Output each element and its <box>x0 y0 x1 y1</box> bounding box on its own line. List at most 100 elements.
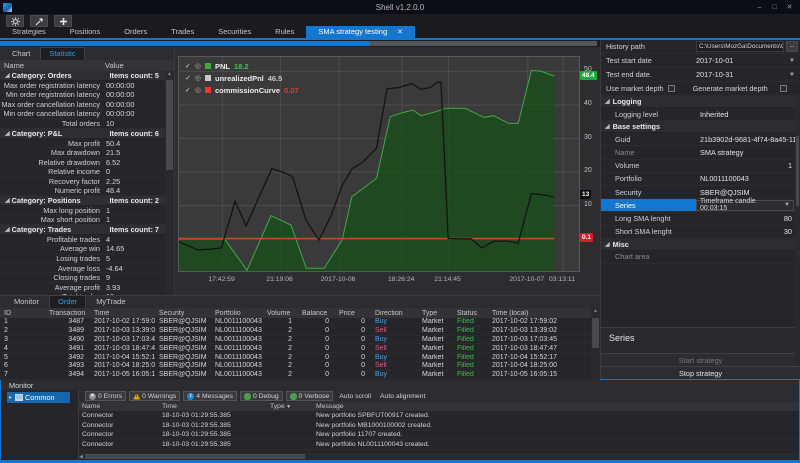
visibility-checkbox[interactable]: ✓ <box>185 62 191 70</box>
minimize-button[interactable]: – <box>753 2 766 13</box>
property-category[interactable]: ◢Logging <box>601 96 800 108</box>
filter-button-0-verbose[interactable]: 0 Verbose <box>286 391 334 401</box>
property-value[interactable]: 21b3902d-9681-4f74-8a45-115015f4... <box>696 133 800 145</box>
tab-sma-strategy-testing[interactable]: SMA strategy testing✕ <box>306 26 415 38</box>
tab-statistic[interactable]: Statistic <box>40 47 84 60</box>
gear-icon[interactable]: ◎ <box>195 74 201 82</box>
maximize-button[interactable]: □ <box>768 2 781 13</box>
property-value[interactable]: 80 <box>696 212 800 224</box>
property-row-portfolio[interactable]: PortfolioNL0011100043 <box>601 173 800 186</box>
order-row[interactable]: 434912017-10-03 18:47:47SBER@QJSIMNL0011… <box>0 344 600 353</box>
visibility-checkbox[interactable]: ✓ <box>185 74 191 82</box>
filter-funnel-icon[interactable]: ▼ <box>285 404 291 410</box>
property-value[interactable] <box>696 251 800 263</box>
column-header-portfolio[interactable]: Portfolio <box>211 310 263 317</box>
close-tab-icon[interactable]: ✕ <box>397 28 403 36</box>
series-dropdown[interactable]: Timeframe candle 00:03:15▼ <box>696 200 794 211</box>
statistics-scrollbar[interactable]: ▲ <box>165 71 174 295</box>
category-row[interactable]: ◢Category: PositionsItems count: 2 <box>0 196 165 206</box>
tab-trades[interactable]: Trades <box>159 26 206 38</box>
column-header-name[interactable]: Name <box>79 403 159 410</box>
chevron-down-icon[interactable]: ▼ <box>789 72 800 78</box>
order-row[interactable]: 534922017-10-04 15:52:17SBER@QJSIMNL0011… <box>0 353 600 362</box>
tab-strategies[interactable]: Strategies <box>0 26 58 38</box>
filter-button-0-debug[interactable]: 0 Debug <box>240 391 283 401</box>
order-row[interactable]: 334902017-10-03 17:03:45SBER@QJSIMNL0011… <box>0 336 600 345</box>
column-header-volume[interactable]: Volume <box>263 310 298 317</box>
property-row-chart-area[interactable]: Chart area <box>601 251 800 264</box>
category-row[interactable]: ◢Category: OrdersItems count: 5 <box>0 71 165 81</box>
property-row-series[interactable]: SeriesTimeframe candle 00:03:15▼ <box>601 199 800 212</box>
property-row-security[interactable]: SecuritySBER@QJSIM <box>601 186 800 199</box>
property-value[interactable]: 1 <box>696 160 800 172</box>
close-button[interactable]: ✕ <box>783 2 796 13</box>
column-header-message[interactable]: Message <box>313 403 799 410</box>
monitor-horizontal-scrollbar[interactable]: ◀ <box>79 453 799 460</box>
property-row-volume[interactable]: Volume1 <box>601 160 800 173</box>
test-end-input[interactable]: 2017-10-31 <box>696 70 789 79</box>
category-row[interactable]: ◢Category: P&LItems count: 6 <box>0 129 165 139</box>
chevron-down-icon[interactable]: ▼ <box>784 202 793 208</box>
gear-icon[interactable]: ◎ <box>195 62 201 70</box>
expander-icon[interactable]: ◢ <box>5 130 10 137</box>
test-start-input[interactable]: 2017-10-01 <box>696 56 789 65</box>
column-header-transaction[interactable]: Transaction <box>45 310 90 317</box>
filter-button-auto-alignment[interactable]: Auto alignment <box>377 391 428 401</box>
column-header-type[interactable]: Type <box>418 310 453 317</box>
start-strategy-button[interactable]: Start strategy <box>601 353 800 366</box>
tab-chart[interactable]: Chart <box>4 48 38 60</box>
column-header-time[interactable]: Time <box>159 403 267 410</box>
property-row-short-sma-lenght[interactable]: Short SMA lenght30 <box>601 226 800 239</box>
column-header-balance[interactable]: Balance <box>298 310 335 317</box>
filter-button-auto-scroll[interactable]: Auto scroll <box>336 391 374 401</box>
column-header-id[interactable]: ID <box>0 310 45 317</box>
properties-scrollbar[interactable] <box>795 96 800 366</box>
property-row-name[interactable]: NameSMA strategy <box>601 146 800 159</box>
history-path-input[interactable]: C:\Users\MozGa\Documents\GitHub\EduGit\S… <box>696 41 784 52</box>
scrollbar-thumb[interactable] <box>85 454 305 459</box>
tab-orders[interactable]: Orders <box>112 26 159 38</box>
gear-icon[interactable]: ◎ <box>195 86 201 94</box>
column-header-time-local[interactable]: Time (local) <box>488 310 590 317</box>
column-header-direction[interactable]: Direction <box>371 310 418 317</box>
tab-mytrade[interactable]: MyTrade <box>88 296 133 308</box>
order-row[interactable]: 634932017-10-04 18:25:00SBER@QJSIMNL0011… <box>0 362 600 371</box>
chevron-down-icon[interactable]: ▼ <box>789 58 800 64</box>
generate-market-depth-checkbox[interactable] <box>780 85 787 92</box>
scrollbar-thumb[interactable] <box>166 80 173 170</box>
property-row-guid[interactable]: Guid21b3902d-9681-4f74-8a45-115015f4... <box>601 133 800 146</box>
column-header-price[interactable]: Price <box>335 310 371 317</box>
expander-icon[interactable]: ◢ <box>605 241 610 248</box>
tab-rules[interactable]: Rules <box>263 26 306 38</box>
filter-button-0-warnings[interactable]: !0 Warnings <box>129 391 180 401</box>
scroll-left-icon[interactable]: ◀ <box>79 454 83 460</box>
property-row-long-sma-lenght[interactable]: Long SMA lenght80 <box>601 212 800 225</box>
property-value[interactable]: Inherited <box>696 108 800 120</box>
expander-icon[interactable]: ◢ <box>5 226 10 233</box>
tab-order[interactable]: Order <box>49 295 86 308</box>
property-value[interactable]: SBER@QJSIM <box>696 186 800 198</box>
property-value[interactable]: 30 <box>696 226 800 238</box>
expander-icon[interactable]: ▸ <box>9 394 12 401</box>
column-header-time[interactable]: Time <box>90 310 155 317</box>
visibility-checkbox[interactable]: ✓ <box>185 86 191 94</box>
filter-button-4-messages[interactable]: i4 Messages <box>183 391 237 401</box>
column-header-name[interactable]: Name <box>4 61 24 70</box>
tab-positions[interactable]: Positions <box>58 26 112 38</box>
stop-strategy-button[interactable]: Stop strategy <box>601 366 800 379</box>
order-row[interactable]: 234892017-10-03 13:39:02SBER@QJSIMNL0011… <box>0 327 600 336</box>
use-market-depth-checkbox[interactable] <box>668 85 675 92</box>
filter-button-0-errors[interactable]: ✕0 Errors <box>85 391 126 401</box>
property-value[interactable]: SMA strategy <box>696 146 800 158</box>
column-header-value[interactable]: Value <box>105 61 124 70</box>
expander-icon[interactable]: ◢ <box>605 98 610 105</box>
browse-button[interactable]: ... <box>786 41 798 52</box>
order-row[interactable]: 734942017-10-05 16:05:15SBER@QJSIMNL0011… <box>0 371 600 380</box>
scrollbar-thumb[interactable] <box>592 318 599 348</box>
column-header-status[interactable]: Status <box>453 310 488 317</box>
tab-monitor[interactable]: Monitor <box>6 296 47 308</box>
scrollbar-thumb[interactable] <box>796 136 799 206</box>
expander-icon[interactable]: ◢ <box>5 72 10 79</box>
expander-icon[interactable]: ◢ <box>5 197 10 204</box>
column-header-security[interactable]: Security <box>155 310 211 317</box>
